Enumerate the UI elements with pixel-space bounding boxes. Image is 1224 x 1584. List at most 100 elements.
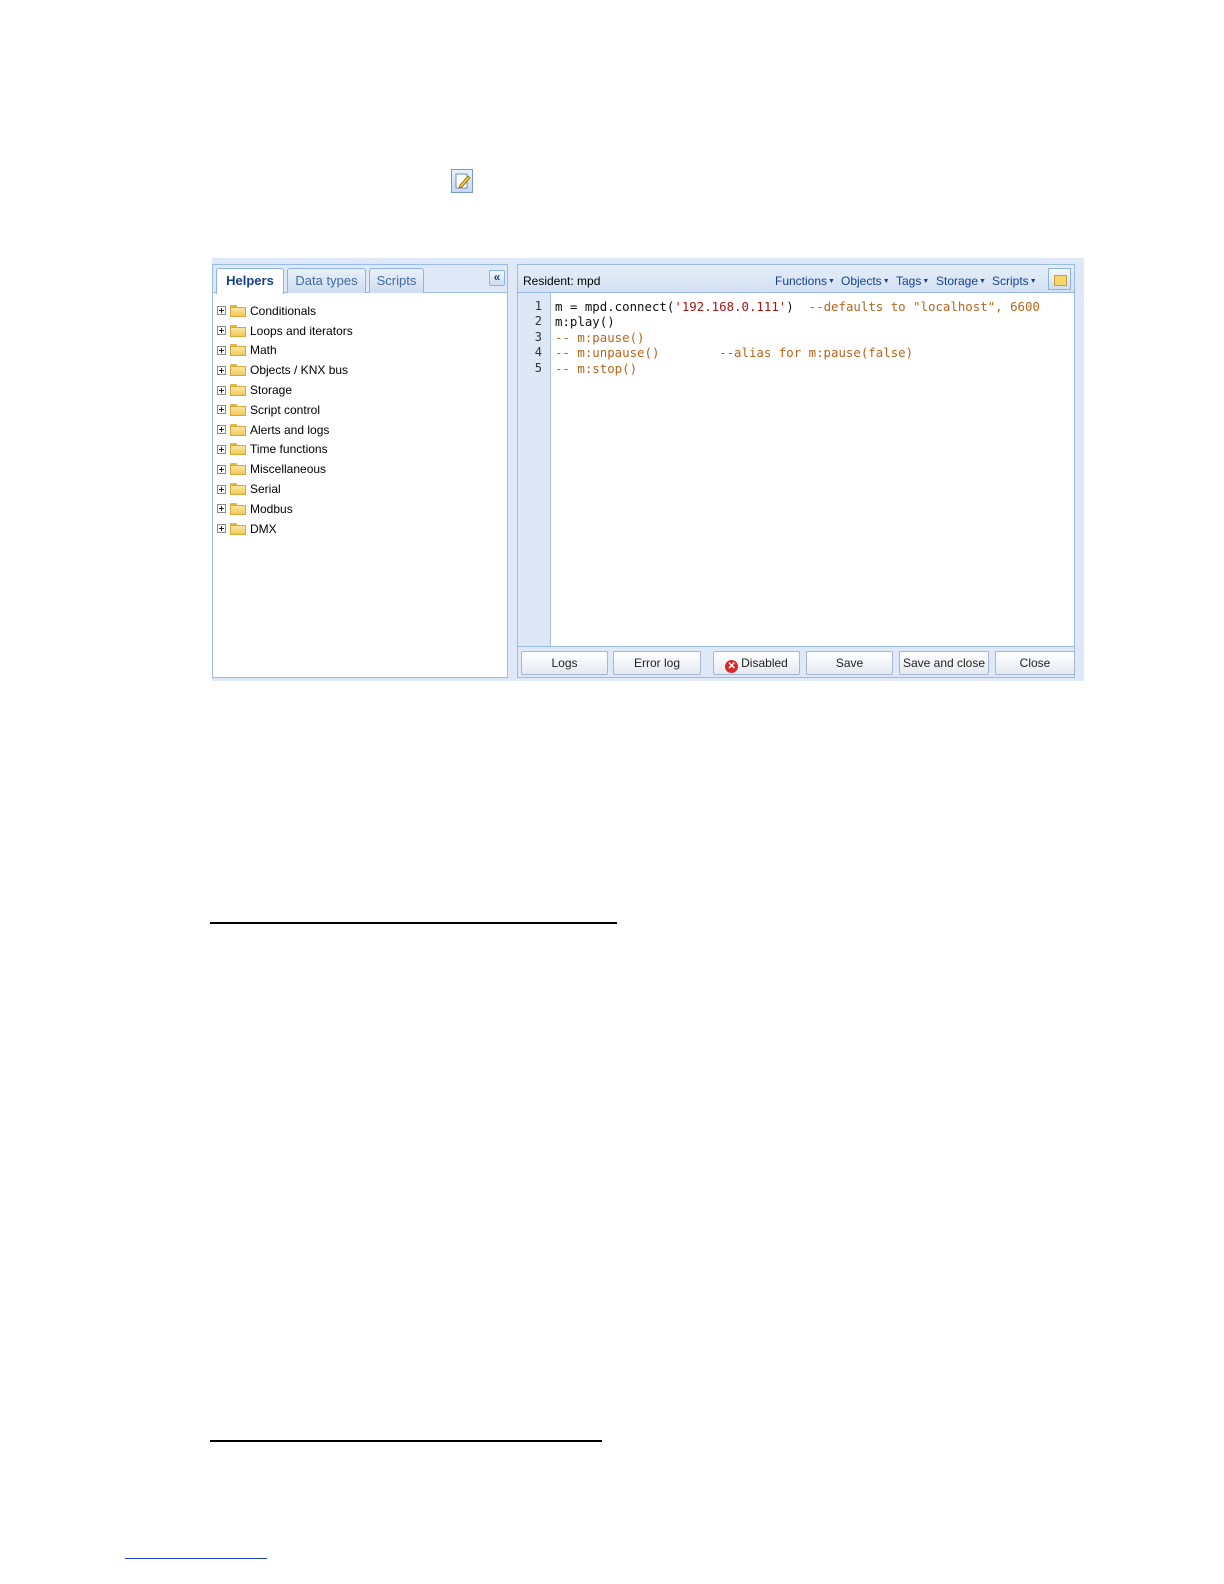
tree-item-math[interactable]: Math [217, 341, 353, 361]
menu-tags[interactable]: Tags▼ [896, 274, 929, 288]
folder-icon [230, 403, 246, 416]
collapse-panel-button[interactable]: « [489, 270, 505, 286]
code-string: '192.168.0.111' [674, 299, 787, 314]
sticky-note-icon[interactable] [1048, 268, 1071, 290]
tree-item-label: Serial [250, 482, 281, 497]
line-number-gutter: 1 2 3 4 5 [518, 293, 551, 646]
red-x-circle-icon: ✕ [725, 660, 739, 673]
tree-item-conditionals[interactable]: Conditionals [217, 301, 353, 321]
tree-item-label: DMX [250, 521, 277, 536]
tree-item-label: Alerts and logs [250, 422, 330, 437]
disabled-toggle-button[interactable]: ✕ Disabled [713, 651, 800, 675]
line-number: 5 [534, 360, 542, 375]
expand-icon[interactable] [217, 326, 226, 336]
tree-item-label: Objects / KNX bus [250, 363, 349, 378]
menu-scripts[interactable]: Scripts▼ [992, 274, 1037, 288]
error-log-button[interactable]: Error log [613, 651, 701, 675]
dropdown-arrow-icon: ▼ [979, 278, 986, 285]
tree-item-alerts-logs[interactable]: Alerts and logs [217, 420, 353, 440]
tab-helpers[interactable]: Helpers [216, 268, 284, 294]
folder-icon [230, 443, 246, 456]
folder-icon [230, 502, 246, 515]
expand-icon[interactable] [217, 405, 226, 415]
expand-icon[interactable] [217, 306, 226, 316]
line-number: 4 [534, 345, 542, 360]
code-comment: -- m:stop() [555, 360, 638, 376]
folder-icon [230, 324, 246, 337]
folder-icon [230, 384, 246, 397]
tree-item-storage[interactable]: Storage [217, 380, 353, 400]
expand-icon[interactable] [217, 504, 226, 514]
helpers-tree: Conditionals Loops and iterators Math Ob… [217, 301, 353, 539]
tree-item-time-functions[interactable]: Time functions [217, 440, 353, 460]
tab-data-types[interactable]: Data types [287, 268, 366, 293]
tree-item-miscellaneous[interactable]: Miscellaneous [217, 459, 353, 479]
dropdown-arrow-icon: ▼ [1029, 278, 1037, 285]
expand-icon[interactable] [217, 385, 226, 395]
save-button[interactable]: Save [806, 651, 893, 675]
menu-label: Storage [936, 274, 979, 288]
tree-item-objects-knx[interactable]: Objects / KNX bus [217, 360, 353, 380]
code-text: m = mpd.connect( [555, 299, 675, 314]
line-number: 2 [534, 314, 542, 329]
menu-label: Tags [896, 274, 922, 288]
menu-label: Scripts [992, 274, 1029, 288]
editor-title: Resident: mpd [523, 274, 601, 288]
expand-icon[interactable] [217, 484, 226, 494]
folder-icon [230, 483, 246, 496]
expand-icon[interactable] [217, 365, 226, 375]
code-comment: -- m:pause() [555, 329, 645, 345]
tree-item-label: Loops and iterators [250, 323, 353, 338]
code-comment: --defaults to "localhost", 6600 [808, 299, 1040, 314]
close-button[interactable]: Close [995, 651, 1075, 675]
helpers-panel: Helpers Data types Scripts « Conditional… [212, 264, 508, 678]
code-line: m = mpd.connect('192.168.0.111') --defau… [555, 299, 1040, 314]
save-and-close-button[interactable]: Save and close [899, 651, 989, 675]
code-line: -- m:unpause() --alias for m:pause(false… [555, 345, 1040, 360]
editor-button-bar: Logs Error log ✕ Disabled Save Save and c… [518, 648, 1075, 678]
menu-objects[interactable]: Objects▼ [841, 274, 890, 288]
dropdown-arrow-icon: ▼ [882, 278, 890, 285]
menu-functions[interactable]: Functions▼ [775, 274, 835, 288]
tree-item-label: Conditionals [250, 303, 317, 318]
script-editor-window: Helpers Data types Scripts « Conditional… [212, 258, 1084, 681]
menu-label: Functions [775, 274, 828, 288]
divider-line [210, 922, 617, 924]
tree-item-label: Miscellaneous [250, 462, 327, 477]
link-underline [125, 1558, 267, 1559]
code-lines[interactable]: m = mpd.connect('192.168.0.111') --defau… [555, 299, 1040, 376]
tree-item-label: Math [250, 343, 277, 358]
divider-line [210, 1440, 602, 1442]
expand-icon[interactable] [217, 345, 226, 355]
code-editor[interactable]: 1 2 3 4 5 m = mpd.connect('192.168.0.111… [518, 293, 1074, 647]
dropdown-arrow-icon: ▼ [828, 278, 835, 285]
code-line: m:play() [555, 314, 1040, 329]
code-text: ) [786, 299, 809, 314]
helpers-tabbar: Helpers Data types Scripts « [213, 265, 507, 294]
tree-item-script-control[interactable]: Script control [217, 400, 353, 420]
tree-item-label: Storage [250, 383, 293, 398]
tree-item-label: Script control [250, 402, 321, 417]
code-text: m:play() [555, 314, 615, 330]
folder-icon [230, 344, 246, 357]
menu-storage[interactable]: Storage▼ [936, 274, 986, 288]
expand-icon[interactable] [217, 524, 226, 534]
expand-icon[interactable] [217, 444, 226, 454]
tree-item-dmx[interactable]: DMX [217, 519, 353, 539]
dropdown-arrow-icon: ▼ [922, 278, 930, 285]
tree-item-loops[interactable]: Loops and iterators [217, 321, 353, 341]
tree-item-label: Time functions [250, 442, 328, 457]
code-comment: -- m:unpause() --alias for m:pause(false… [555, 345, 914, 361]
folder-icon [230, 522, 246, 535]
line-number: 3 [534, 329, 542, 344]
line-number: 1 [534, 299, 542, 313]
expand-icon[interactable] [217, 464, 226, 474]
tree-item-serial[interactable]: Serial [217, 479, 353, 499]
editor-panel: Resident: mpd Functions▼ Objects▼ Tags▼ … [517, 264, 1075, 678]
folder-icon [230, 423, 246, 436]
tab-scripts[interactable]: Scripts [369, 268, 424, 293]
tree-item-modbus[interactable]: Modbus [217, 499, 353, 519]
expand-icon[interactable] [217, 425, 226, 435]
logs-button[interactable]: Logs [521, 651, 608, 675]
edit-script-icon[interactable] [451, 169, 473, 193]
